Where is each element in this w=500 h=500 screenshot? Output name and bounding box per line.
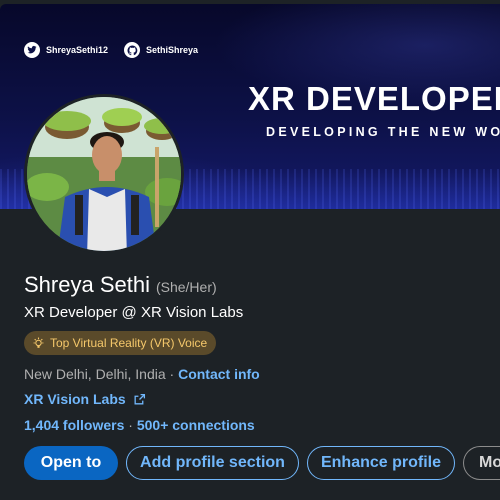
twitter-handle: ShreyaSethi12	[46, 45, 109, 55]
github-handle: SethiShreya	[146, 45, 199, 55]
github-icon	[124, 42, 140, 58]
company-link[interactable]: XR Vision Labs	[24, 391, 146, 407]
profile-photo-illustration	[27, 97, 181, 251]
location-separator: ·	[169, 366, 175, 382]
github-link[interactable]: SethiShreya	[124, 42, 198, 58]
banner-subtitle: DEVELOPING THE NEW WORLD	[266, 125, 500, 139]
external-link-icon	[134, 393, 145, 404]
badge-label: Top Virtual Reality (VR) Voice	[50, 336, 208, 350]
location-text: New Delhi, Delhi, India	[24, 366, 166, 382]
lightbulb-icon	[33, 337, 44, 348]
location-row: New Delhi, Delhi, India · Contact info	[24, 366, 260, 382]
top-voice-badge[interactable]: Top Virtual Reality (VR) Voice	[24, 331, 217, 355]
network-stats: 1,404 followers · 500+ connections	[24, 417, 255, 433]
twitter-icon	[24, 42, 40, 58]
contact-info-link[interactable]: Contact info	[178, 366, 260, 382]
pronouns: (She/Her)	[155, 279, 217, 295]
connections-link[interactable]: 500+ connections	[137, 417, 255, 433]
more-button[interactable]: More	[463, 446, 500, 480]
company-name: XR Vision Labs	[24, 391, 126, 407]
profile-card: ShreyaSethi12 SethiShreya XR DEVELOPER D…	[0, 0, 500, 500]
profile-photo[interactable]	[24, 94, 184, 254]
name-row: Shreya Sethi (She/Her)	[24, 272, 217, 298]
open-to-button[interactable]: Open to	[24, 446, 118, 480]
enhance-profile-button[interactable]: Enhance profile	[307, 446, 455, 480]
followers-link[interactable]: 1,404 followers	[24, 417, 124, 433]
banner-title: XR DEVELOPER	[248, 80, 500, 117]
stats-separator: ·	[128, 417, 133, 433]
add-profile-section-button[interactable]: Add profile section	[126, 446, 299, 480]
twitter-link[interactable]: ShreyaSethi12	[24, 42, 108, 58]
profile-headline: XR Developer @ XR Vision Labs	[24, 304, 244, 321]
profile-name: Shreya Sethi	[24, 272, 150, 297]
